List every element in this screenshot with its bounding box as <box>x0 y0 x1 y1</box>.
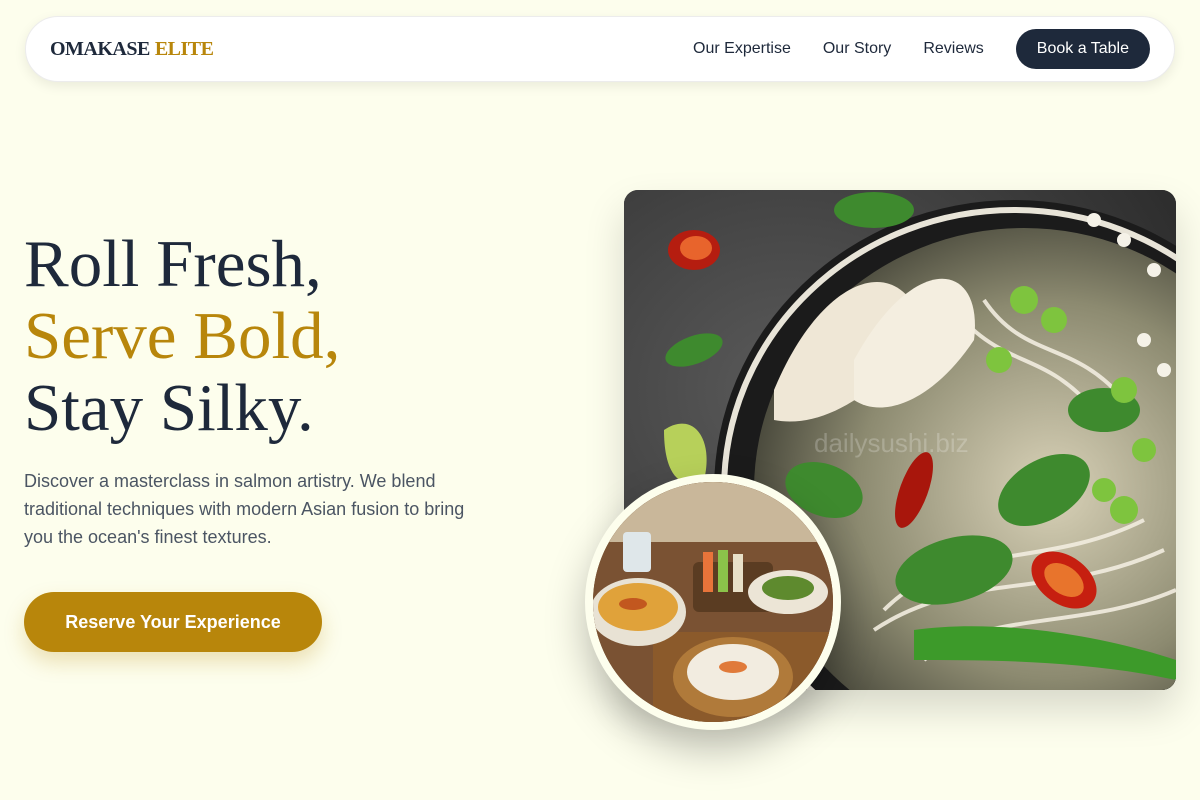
reserve-experience-button[interactable]: Reserve Your Experience <box>24 592 322 652</box>
image-watermark: dailysushi.biz <box>814 428 969 458</box>
asian-dishes-photo <box>585 474 841 730</box>
logo-primary-text: OMAKASE <box>50 37 150 60</box>
book-table-button[interactable]: Book a Table <box>1015 29 1150 69</box>
hero-title: Roll Fresh, Serve Bold, Stay Silky. <box>24 228 340 444</box>
hero-title-line-1: Roll Fresh, <box>24 227 322 301</box>
nav-links: Our Expertise Our Story Reviews Book a T… <box>693 29 1150 69</box>
hero-title-line-2: Serve Bold, <box>24 299 341 373</box>
top-navigation: OMAKASE ELITE Our Expertise Our Story Re… <box>25 16 1175 82</box>
hero-title-line-3: Stay Silky. <box>24 371 314 445</box>
nav-link-our-story[interactable]: Our Story <box>823 40 891 58</box>
logo-accent-text: ELITE <box>154 37 214 60</box>
nav-link-reviews[interactable]: Reviews <box>923 40 983 58</box>
hero-description: Discover a masterclass in salmon artistr… <box>24 471 465 547</box>
nav-link-our-expertise[interactable]: Our Expertise <box>693 40 791 58</box>
asian-dishes-illustration <box>593 482 833 722</box>
brand-logo[interactable]: OMAKASE ELITE <box>50 38 214 61</box>
